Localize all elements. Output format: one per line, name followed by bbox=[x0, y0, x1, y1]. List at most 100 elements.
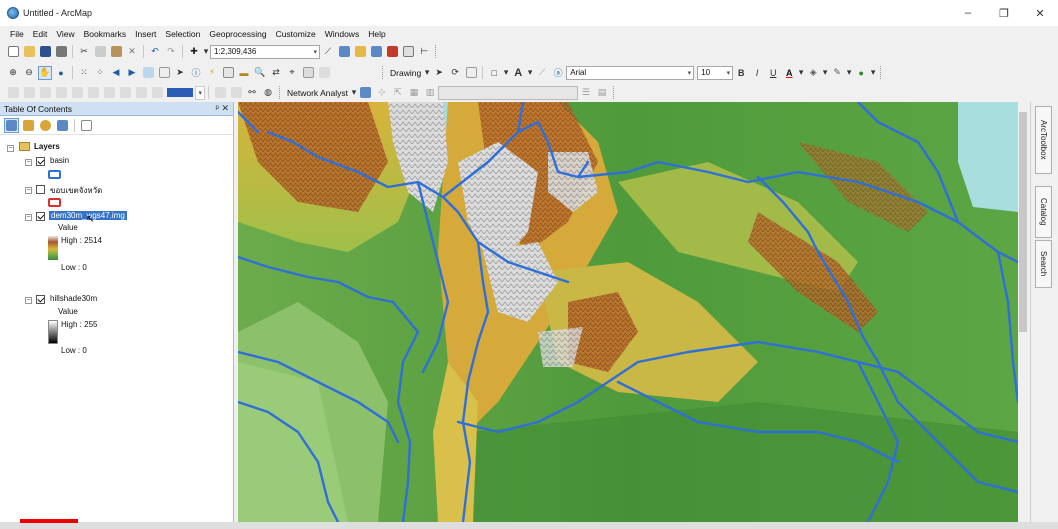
chevron-down-icon[interactable]: ▾ bbox=[870, 66, 876, 80]
minimize-button[interactable]: – bbox=[950, 0, 986, 26]
build-network-icon[interactable]: ▥ bbox=[423, 86, 437, 100]
collapse-icon[interactable]: − bbox=[25, 187, 32, 194]
print-icon[interactable] bbox=[54, 45, 68, 59]
marker-color-icon[interactable]: ● bbox=[854, 66, 868, 80]
layer-name-hillshade[interactable]: hillshade30m bbox=[50, 294, 97, 303]
maximize-button[interactable]: ❐ bbox=[986, 0, 1022, 26]
font-size-combo[interactable]: 10 ▾ bbox=[697, 65, 734, 80]
bold-button[interactable]: B bbox=[734, 66, 748, 80]
cut-icon[interactable]: ✂ bbox=[77, 45, 91, 59]
edit-vertices-icon[interactable]: ⟋ bbox=[535, 66, 549, 80]
model-builder-icon[interactable]: ⊢ bbox=[417, 45, 431, 59]
drawing-menu[interactable]: Drawing bbox=[390, 68, 421, 78]
toc-window-icon[interactable] bbox=[337, 45, 351, 59]
chevron-down-icon[interactable]: ▾ bbox=[822, 66, 828, 80]
layout-zoom-in-icon[interactable] bbox=[6, 86, 20, 100]
measure-icon[interactable]: ▬ bbox=[237, 66, 251, 80]
catalog-tab[interactable]: Catalog bbox=[1035, 186, 1052, 238]
menu-help[interactable]: Help bbox=[368, 29, 385, 39]
copy-icon[interactable] bbox=[93, 45, 107, 59]
menu-file[interactable]: File bbox=[10, 29, 24, 39]
layout-toggle-icon[interactable] bbox=[150, 86, 164, 100]
search-tab[interactable]: Search bbox=[1035, 240, 1052, 288]
font-name-combo[interactable]: Arial ▾ bbox=[566, 65, 695, 80]
layout-zoom-out-icon[interactable] bbox=[22, 86, 36, 100]
hillshade-gray-ramp[interactable] bbox=[48, 320, 58, 344]
arctoolbox-tab[interactable]: ArcToolbox bbox=[1035, 106, 1052, 174]
menu-view[interactable]: View bbox=[56, 29, 74, 39]
menu-windows[interactable]: Windows bbox=[325, 29, 359, 39]
chevron-down-icon[interactable]: ▾ bbox=[424, 66, 430, 80]
layout-fixed-out-icon[interactable] bbox=[86, 86, 100, 100]
find-route-icon[interactable]: ⇄ bbox=[269, 66, 283, 80]
fixed-zoom-in-icon[interactable]: ⁙ bbox=[77, 66, 91, 80]
menu-bookmarks[interactable]: Bookmarks bbox=[84, 29, 127, 39]
layout-full-page-icon[interactable] bbox=[54, 86, 68, 100]
hyperlink-icon[interactable]: ⚡ bbox=[205, 66, 219, 80]
list-by-drawing-order-icon[interactable] bbox=[4, 117, 19, 133]
menu-selection[interactable]: Selection bbox=[165, 29, 200, 39]
add-data-icon[interactable]: ✚ bbox=[187, 45, 201, 59]
list-by-selection-icon[interactable] bbox=[55, 118, 70, 133]
collapse-icon[interactable]: − bbox=[25, 159, 32, 166]
close-button[interactable]: ✕ bbox=[1022, 0, 1058, 26]
line-color-icon[interactable]: ✎ bbox=[830, 66, 844, 80]
font-color-icon[interactable]: A bbox=[782, 66, 796, 80]
select-elements-icon[interactable]: ➤ bbox=[173, 66, 187, 80]
italic-button[interactable]: I bbox=[750, 66, 764, 80]
map-display[interactable] bbox=[238, 102, 1018, 522]
fixed-zoom-out-icon[interactable]: ⁘ bbox=[93, 66, 107, 80]
html-popup-icon[interactable] bbox=[221, 66, 235, 80]
dem-color-ramp[interactable] bbox=[48, 236, 58, 260]
binoculars-icon[interactable]: ⚯ bbox=[245, 86, 259, 100]
layers-root-label[interactable]: Layers bbox=[34, 142, 60, 151]
layer-visibility-checkbox[interactable] bbox=[36, 185, 45, 194]
solve-icon[interactable]: ▦ bbox=[407, 86, 421, 100]
toc-options-icon[interactable] bbox=[79, 118, 94, 133]
create-viewer-icon[interactable] bbox=[317, 66, 331, 80]
layout-pan-icon[interactable] bbox=[38, 86, 52, 100]
save-icon[interactable] bbox=[38, 45, 52, 59]
pan-hand-icon[interactable]: ✋ bbox=[38, 65, 52, 80]
time-window-icon[interactable]: ▤ bbox=[595, 86, 609, 100]
globe-search-icon[interactable]: ◍ bbox=[261, 86, 275, 100]
chevron-down-icon[interactable]: ▾ bbox=[203, 45, 209, 59]
layer-visibility-checkbox[interactable] bbox=[36, 157, 45, 166]
chevron-down-icon[interactable]: ▾ bbox=[846, 66, 852, 80]
menu-insert[interactable]: Insert bbox=[135, 29, 156, 39]
forward-extent-icon[interactable]: ▶ bbox=[125, 66, 139, 80]
basin-symbol[interactable] bbox=[48, 170, 61, 179]
chevron-down-icon[interactable]: ▾ bbox=[351, 86, 357, 100]
collapse-icon[interactable]: − bbox=[7, 145, 14, 152]
chevron-down-icon[interactable]: ▾ bbox=[798, 66, 804, 80]
map-vertical-scrollbar[interactable] bbox=[1018, 102, 1028, 522]
clear-selection-icon[interactable] bbox=[157, 66, 171, 80]
search-window-icon[interactable] bbox=[369, 45, 383, 59]
catalog-window-icon[interactable] bbox=[353, 45, 367, 59]
move-network-location-icon[interactable]: ⇱ bbox=[391, 86, 405, 100]
fill-color-icon[interactable]: ◈ bbox=[806, 66, 820, 80]
time-slider-icon[interactable] bbox=[301, 66, 315, 80]
full-extent-icon[interactable]: ● bbox=[54, 66, 68, 80]
zoom-in-icon[interactable]: ⊕ bbox=[6, 66, 20, 80]
redo-icon[interactable]: ↷ bbox=[164, 45, 178, 59]
layer-name-basin[interactable]: basin bbox=[50, 156, 69, 165]
layer-visibility-checkbox[interactable] bbox=[36, 295, 45, 304]
list-by-visibility-icon[interactable] bbox=[38, 118, 53, 133]
province-symbol[interactable] bbox=[48, 198, 61, 207]
directions-icon[interactable]: ☰ bbox=[579, 86, 593, 100]
layer-name-province-boundary[interactable]: ขอบเขตจังหวัด bbox=[50, 184, 102, 197]
scrollbar-thumb[interactable] bbox=[1019, 112, 1027, 332]
network-analyst-window-icon[interactable] bbox=[359, 86, 373, 100]
go-to-xy-icon[interactable]: ⌖ bbox=[285, 66, 299, 80]
chevron-down-icon[interactable]: ▾ bbox=[503, 66, 509, 80]
list-by-source-icon[interactable] bbox=[21, 118, 36, 133]
select-elements-icon[interactable]: ➤ bbox=[432, 66, 446, 80]
layout-fixed-in-icon[interactable] bbox=[70, 86, 84, 100]
rectangle-icon[interactable]: □ bbox=[487, 66, 501, 80]
collapse-icon[interactable]: − bbox=[25, 214, 32, 221]
python-window-icon[interactable] bbox=[401, 45, 415, 59]
create-network-location-icon[interactable]: ⊹ bbox=[375, 86, 389, 100]
layer-visibility-checkbox[interactable] bbox=[36, 212, 45, 221]
find-icon[interactable]: 🔍 bbox=[253, 66, 267, 80]
